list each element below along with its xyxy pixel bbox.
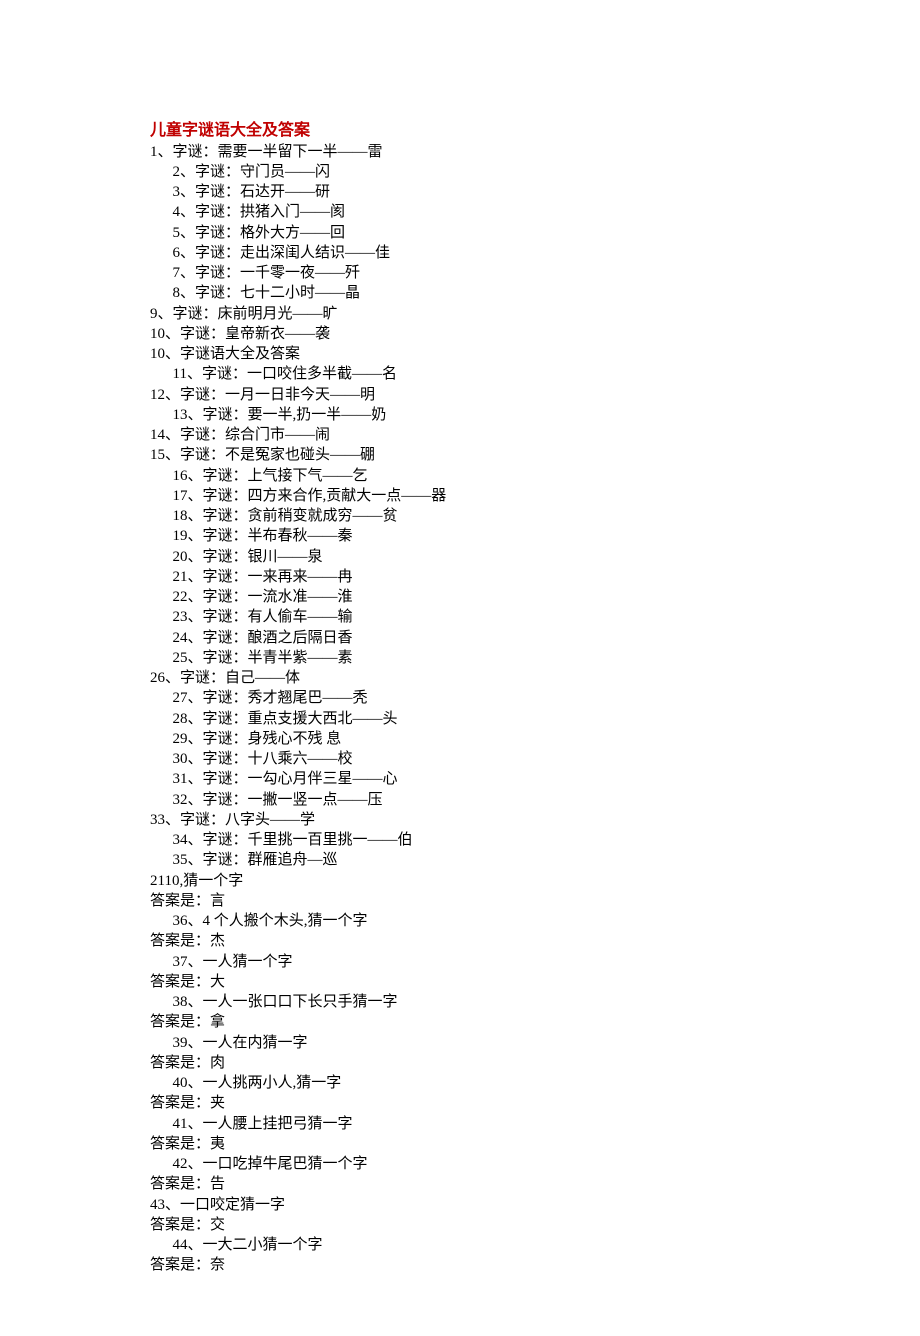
riddle-line: 1、字谜：需要一半留下一半——雷	[150, 142, 770, 162]
document-content: 1、字谜：需要一半留下一半——雷2、字谜：守门员——闪3、字谜：石达开——研4、…	[150, 142, 770, 1276]
riddle-line: 36、4 个人搬个木头,猜一个字	[150, 911, 770, 931]
riddle-line: 28、字谜：重点支援大西北——头	[150, 709, 770, 729]
riddle-line: 6、字谜：走出深闺人结识——佳	[150, 243, 770, 263]
riddle-line: 20、字谜：银川——泉	[150, 547, 770, 567]
riddle-line: 答案是：肉	[150, 1053, 770, 1073]
riddle-line: 7、字谜：一千零一夜——歼	[150, 263, 770, 283]
riddle-line: 答案是：拿	[150, 1012, 770, 1032]
riddle-line: 25、字谜：半青半紫——素	[150, 648, 770, 668]
riddle-line: 38、一人一张口口下长只手猜一字	[150, 992, 770, 1012]
riddle-line: 26、字谜：自己——体	[150, 668, 770, 688]
riddle-line: 8、字谜：七十二小时——晶	[150, 283, 770, 303]
riddle-line: 13、字谜：要一半,扔一半——奶	[150, 405, 770, 425]
riddle-line: 9、字谜：床前明月光——旷	[150, 304, 770, 324]
riddle-line: 21、字谜：一来再来——冉	[150, 567, 770, 587]
riddle-line: 37、一人猜一个字	[150, 952, 770, 972]
riddle-line: 39、一人在内猜一字	[150, 1033, 770, 1053]
riddle-line: 35、字谜：群雁追舟—巡	[150, 850, 770, 870]
riddle-line: 2、字谜：守门员——闪	[150, 162, 770, 182]
riddle-line: 2110,猜一个字	[150, 871, 770, 891]
riddle-line: 30、字谜：十八乘六——校	[150, 749, 770, 769]
riddle-line: 10、字谜：皇帝新衣——袭	[150, 324, 770, 344]
riddle-line: 19、字谜：半布春秋——秦	[150, 526, 770, 546]
riddle-line: 33、字谜：八字头——学	[150, 810, 770, 830]
riddle-line: 32、字谜：一撇一竖一点——压	[150, 790, 770, 810]
riddle-line: 15、字谜：不是冤家也碰头——硼	[150, 445, 770, 465]
riddle-line: 3、字谜：石达开——研	[150, 182, 770, 202]
riddle-line: 27、字谜：秀才翘尾巴——秃	[150, 688, 770, 708]
riddle-line: 5、字谜：格外大方——回	[150, 223, 770, 243]
riddle-line: 16、字谜：上气接下气——乞	[150, 466, 770, 486]
riddle-line: 31、字谜：一勾心月伴三星——心	[150, 769, 770, 789]
riddle-line: 41、一人腰上挂把弓猜一字	[150, 1114, 770, 1134]
riddle-line: 22、字谜：一流水准——淮	[150, 587, 770, 607]
riddle-line: 答案是：杰	[150, 931, 770, 951]
document-title: 儿童字谜语大全及答案	[150, 120, 770, 142]
riddle-line: 12、字谜：一月一日非今天——明	[150, 385, 770, 405]
riddle-line: 34、字谜：千里挑一百里挑一——伯	[150, 830, 770, 850]
riddle-line: 答案是：交	[150, 1215, 770, 1235]
riddle-line: 18、字谜：贪前稍变就成穷——贫	[150, 506, 770, 526]
riddle-line: 40、一人挑两小人,猜一字	[150, 1073, 770, 1093]
riddle-line: 答案是：告	[150, 1174, 770, 1194]
riddle-line: 4、字谜：拱猪入门——阂	[150, 202, 770, 222]
riddle-line: 答案是：夷	[150, 1134, 770, 1154]
riddle-line: 答案是：奈	[150, 1255, 770, 1275]
riddle-line: 答案是：言	[150, 891, 770, 911]
riddle-line: 29、字谜：身残心不残 息	[150, 729, 770, 749]
riddle-line: 24、字谜：酿酒之后隔日香	[150, 628, 770, 648]
riddle-line: 43、一口咬定猜一字	[150, 1195, 770, 1215]
riddle-line: 答案是：大	[150, 972, 770, 992]
riddle-line: 17、字谜：四方来合作,贡献大一点——器	[150, 486, 770, 506]
riddle-line: 42、一口吃掉牛尾巴猜一个字	[150, 1154, 770, 1174]
riddle-line: 答案是：夹	[150, 1093, 770, 1113]
riddle-line: 10、字谜语大全及答案	[150, 344, 770, 364]
riddle-line: 11、字谜：一口咬住多半截——名	[150, 364, 770, 384]
riddle-line: 23、字谜：有人偷车——输	[150, 607, 770, 627]
riddle-line: 14、字谜：综合门市——闹	[150, 425, 770, 445]
riddle-line: 44、一大二小猜一个字	[150, 1235, 770, 1255]
